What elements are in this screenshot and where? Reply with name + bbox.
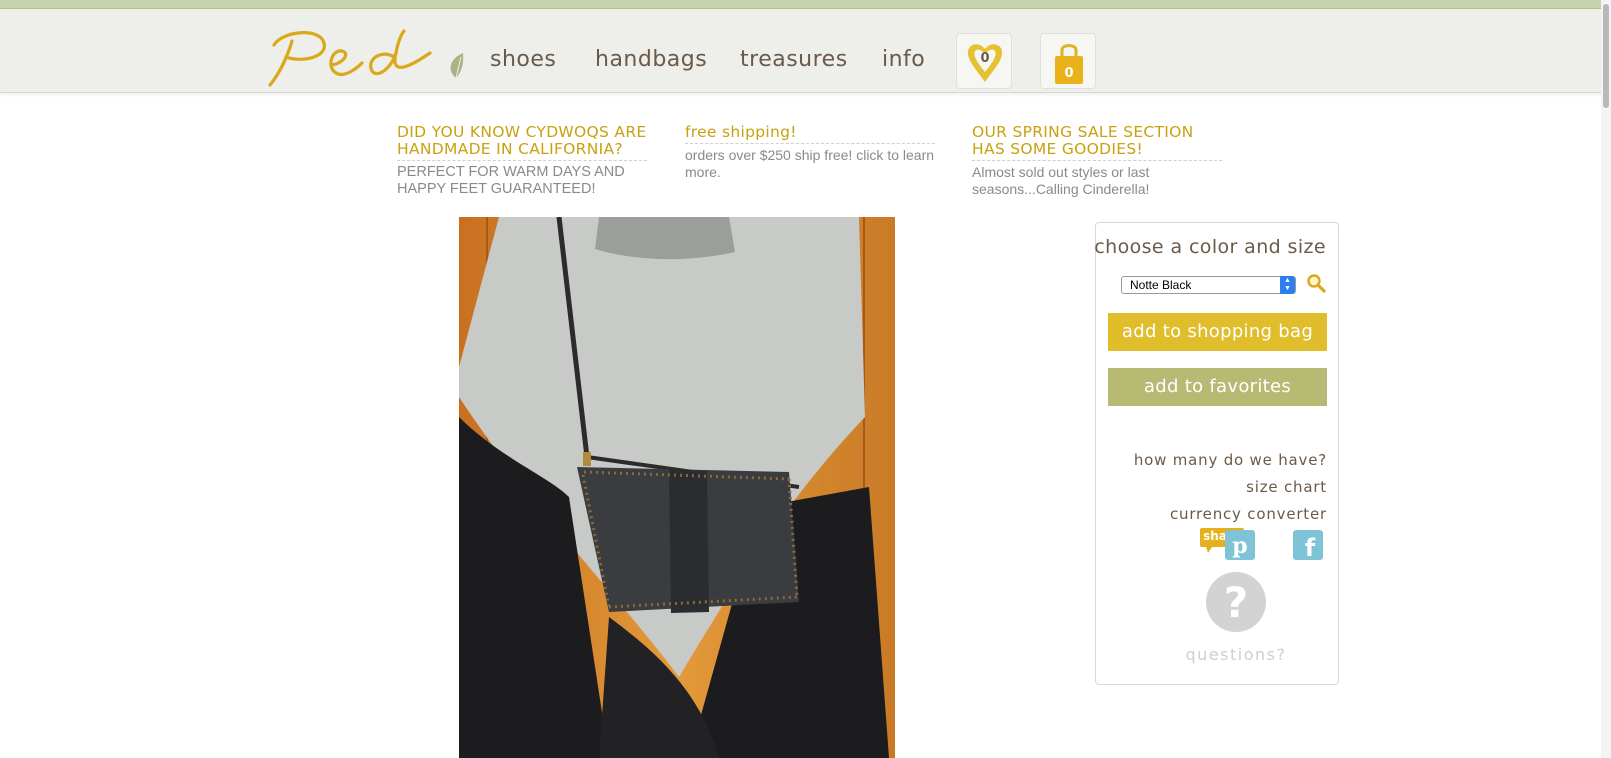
- favorites-button[interactable]: 0: [956, 33, 1012, 89]
- promo-free-shipping[interactable]: free shipping! orders over $250 ship fre…: [685, 124, 935, 181]
- promo-text: Almost sold out styles or last seasons..…: [972, 164, 1150, 197]
- promo-title[interactable]: free shipping!: [685, 124, 935, 144]
- favorites-count: 0: [980, 51, 990, 66]
- questions-link[interactable]: questions?: [1096, 645, 1340, 664]
- top-strip: [0, 0, 1611, 9]
- svg-text:p: p: [1232, 533, 1247, 559]
- leaf-icon: [450, 53, 464, 79]
- select-arrows-icon: ▲ ▼: [1280, 276, 1295, 294]
- nav-handbags[interactable]: handbags: [595, 47, 707, 72]
- promo-title[interactable]: DID YOU KNOW CYDWOQS ARE HANDMADE IN CAL…: [397, 124, 647, 161]
- svg-text:f: f: [1305, 534, 1316, 560]
- add-to-favorites-button[interactable]: add to favorites: [1108, 368, 1327, 406]
- promo-text: orders over $250 ship free! click to lea…: [685, 147, 935, 180]
- promo-spring-sale[interactable]: OUR SPRING SALE SECTION HAS SOME GOODIES…: [972, 124, 1222, 198]
- promo-text: PERFECT FOR WARM DAYS AND HAPPY FEET GUA…: [397, 164, 625, 197]
- facebook-icon[interactable]: f: [1293, 530, 1323, 560]
- product-image[interactable]: [459, 217, 895, 758]
- logo[interactable]: [262, 23, 432, 89]
- nav-shoes[interactable]: shoes: [490, 47, 556, 72]
- scrollbar-thumb[interactable]: [1603, 4, 1609, 108]
- select-value: Notte Black: [1130, 278, 1192, 292]
- pinterest-icon[interactable]: p: [1225, 530, 1255, 560]
- color-size-select[interactable]: Notte Black ▲ ▼: [1121, 276, 1296, 294]
- shopping-bag-count: 0: [1064, 66, 1074, 81]
- magnifier-icon[interactable]: [1306, 273, 1326, 293]
- panel-title: choose a color and size: [1094, 236, 1326, 258]
- promo-title[interactable]: OUR SPRING SALE SECTION HAS SOME GOODIES…: [972, 124, 1222, 161]
- shopping-bag-button[interactable]: 0: [1040, 33, 1096, 89]
- svg-text:?: ?: [1224, 578, 1248, 627]
- add-to-shopping-bag-button[interactable]: add to shopping bag: [1108, 313, 1327, 351]
- product-options-panel: choose a color and size Notte Black ▲ ▼ a…: [1094, 222, 1340, 685]
- question-icon[interactable]: ?: [1205, 571, 1267, 633]
- nav-treasures[interactable]: treasures: [740, 47, 848, 72]
- size-chart-link[interactable]: size chart: [1246, 478, 1327, 496]
- promo-handmade[interactable]: DID YOU KNOW CYDWOQS ARE HANDMADE IN CAL…: [397, 124, 647, 198]
- site-header: shoes handbags treasures info 0 0: [0, 9, 1611, 93]
- stock-link[interactable]: how many do we have?: [1134, 451, 1327, 469]
- page-scrollbar[interactable]: [1601, 0, 1611, 758]
- currency-converter-link[interactable]: currency converter: [1170, 505, 1327, 523]
- nav-info[interactable]: info: [882, 47, 925, 72]
